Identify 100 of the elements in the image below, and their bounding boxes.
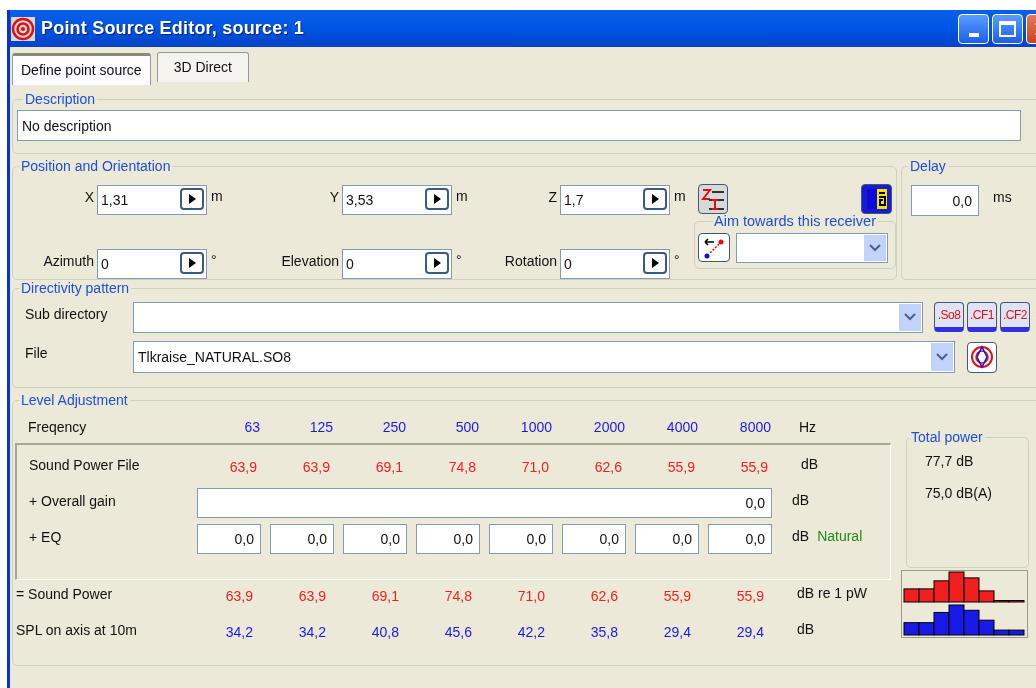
unit-label: ° [456, 250, 462, 270]
value-text: 55,9 [740, 457, 768, 477]
eq-field[interactable]: 0,0 [708, 524, 772, 554]
value-text: 34,2 [225, 622, 253, 642]
value-text: 71,0 [521, 457, 549, 477]
total-power-value: 75,0 dB(A) [925, 484, 992, 503]
receiver-dropdown[interactable] [736, 232, 888, 263]
value-text: 74,8 [448, 457, 476, 477]
row-label: + EQ [28, 527, 63, 547]
row-label: Sound Power File [28, 455, 141, 475]
group-title: Directivity pattern [20, 279, 131, 298]
field-label: File [24, 343, 49, 363]
value-text: 74,8 [444, 586, 472, 606]
aim-arrow-icon [702, 236, 726, 259]
spin-button[interactable] [425, 252, 449, 274]
value-text: 55,9 [663, 586, 691, 606]
triangle-icon [649, 257, 661, 269]
value-text: 29,4 [736, 622, 764, 642]
triangle-icon [649, 193, 661, 205]
delay-field[interactable]: 0,0 [911, 185, 979, 216]
spin-button[interactable] [643, 252, 667, 274]
unit-label: dB [801, 454, 819, 474]
eq-field[interactable]: 0,0 [489, 524, 553, 554]
floppy-icon [864, 187, 889, 211]
subdirectory-dropdown[interactable] [133, 301, 923, 333]
description-field[interactable]: No description [17, 110, 1021, 141]
value-text: 62,6 [590, 586, 618, 606]
spin-button[interactable] [180, 252, 204, 274]
frequency-label: 4000 [666, 417, 698, 437]
value-text: 63,9 [225, 586, 253, 606]
unit-label: m [211, 186, 223, 206]
eq-field[interactable]: 0,0 [562, 524, 626, 554]
value-text: 69,1 [371, 586, 399, 606]
frequency-label: 125 [309, 417, 333, 437]
value-text: 40,8 [371, 622, 399, 642]
unit-label: ° [674, 250, 680, 270]
group-title: Level Adjustment [20, 391, 129, 410]
value-text: 63,9 [229, 457, 257, 477]
spin-button[interactable] [425, 188, 449, 210]
polar-pattern-icon [970, 345, 994, 369]
window-title: Point Source Editor, source: 1 [41, 17, 305, 40]
frequency-label: 500 [455, 417, 479, 437]
value-text: 55,9 [667, 457, 695, 477]
field-label: Z [548, 187, 558, 207]
gain-field[interactable]: 0,0 [197, 488, 772, 518]
eq-field[interactable]: 0,0 [416, 524, 480, 554]
save-button[interactable] [861, 184, 892, 214]
frequency-label: 2000 [593, 417, 625, 437]
group-title: Description [24, 90, 97, 109]
chevron-icon [931, 343, 953, 371]
row-label: SPL on axis at 10m [15, 620, 138, 640]
eq-field[interactable]: 0,0 [635, 524, 699, 554]
z-ruler-icon [701, 187, 725, 211]
value-text: 42,2 [517, 622, 545, 642]
unit-label: m [674, 186, 686, 206]
field-label: Rotation [504, 251, 558, 271]
spin-button[interactable] [643, 188, 667, 210]
eq-field[interactable]: 0,0 [270, 524, 334, 554]
file-format-button[interactable]: .CF2 [1000, 302, 1030, 332]
value-text: 62,6 [594, 457, 622, 477]
spin-button[interactable] [180, 188, 204, 210]
target-icon [11, 16, 35, 41]
frequency-label: 1000 [520, 417, 552, 437]
eq-field[interactable]: 0,0 [197, 524, 261, 554]
unit-label: ° [211, 250, 217, 270]
file-format-button[interactable]: .So8 [934, 302, 964, 332]
file-format-button[interactable]: .CF1 [967, 302, 997, 332]
triangle-icon [186, 193, 198, 205]
value-text: 29,4 [663, 622, 691, 642]
field-label: Sub directory [24, 304, 109, 324]
value-text: 35,8 [590, 622, 618, 642]
unit-label: dB [797, 619, 815, 639]
unit-label: Hz [799, 417, 817, 437]
aim-button[interactable] [698, 233, 730, 263]
total-power-value: 77,7 dB [925, 452, 974, 471]
directivity-view-button[interactable] [967, 341, 997, 373]
eq-field[interactable]: 0,0 [343, 524, 407, 554]
file-dropdown[interactable]: Tlkraise_NATURAL.SO8 [133, 341, 955, 373]
tab[interactable]: 3D Direct [156, 52, 249, 82]
field-label: Azimuth [43, 251, 95, 271]
triangle-icon [186, 257, 198, 269]
group-title: Delay [909, 157, 947, 176]
field-label: Y [329, 187, 340, 207]
unit-label: dB [792, 526, 810, 546]
preset-label: Natural [817, 526, 863, 546]
frequency-label: 63 [244, 417, 260, 437]
unit-label: ms [993, 188, 1012, 207]
triangle-icon [431, 193, 443, 205]
minimize-button[interactable] [958, 13, 989, 44]
value-text: 63,9 [302, 457, 330, 477]
tab[interactable]: Define point source [12, 53, 151, 85]
unit-label: dB [792, 490, 810, 510]
group-title: Position and Orientation [20, 157, 172, 176]
maximize-button[interactable] [992, 13, 1023, 44]
value-text: 71,0 [517, 586, 545, 606]
unit-label: m [456, 186, 468, 206]
frequency-label: 8000 [739, 417, 771, 437]
z-level-button[interactable] [698, 184, 728, 214]
value-text: 63,9 [298, 586, 326, 606]
field-label: Elevation [281, 251, 340, 271]
